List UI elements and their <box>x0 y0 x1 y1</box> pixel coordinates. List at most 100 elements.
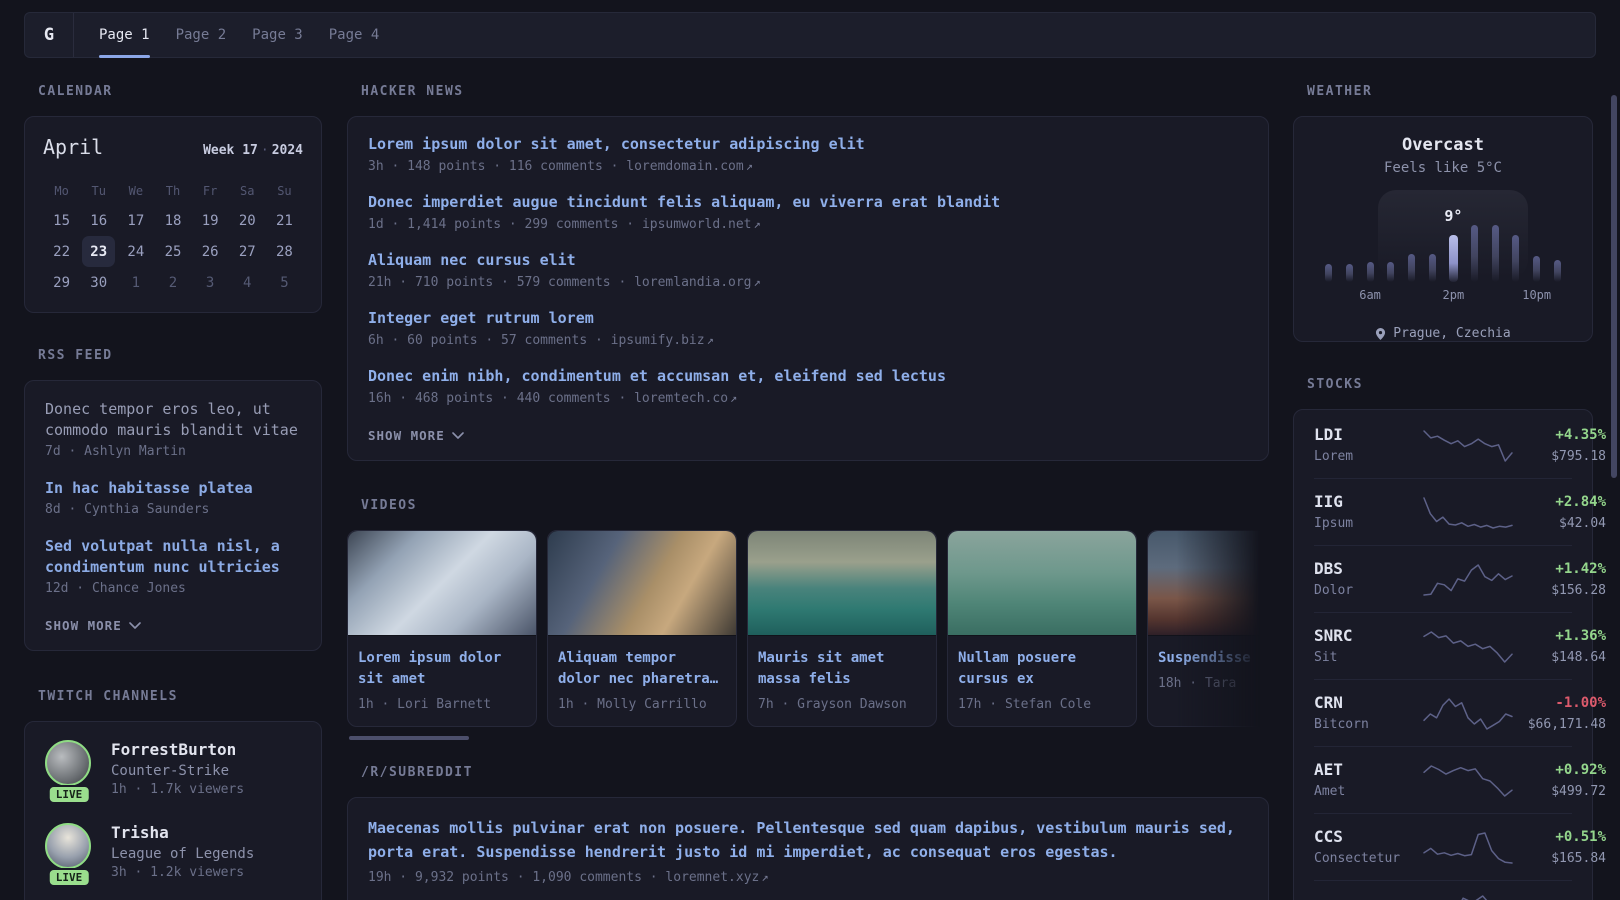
carousel-scrollbar-thumb[interactable] <box>349 736 469 740</box>
weekday-label: Sa <box>240 184 255 198</box>
calendar-date: 2 <box>168 274 178 291</box>
stock-sparkline <box>1422 831 1514 865</box>
stock-ticker: CCS <box>1314 827 1343 846</box>
external-link-icon: ↗ <box>730 391 738 405</box>
subreddit-widget: /R/SUBREDDIT Maecenas mollis pulvinar er… <box>347 765 1269 900</box>
weather-bar <box>1339 200 1360 282</box>
time-axis-label: 2pm <box>1442 288 1465 302</box>
hn-item-domain[interactable]: loremtech.co <box>634 391 728 406</box>
calendar-date: 26 <box>201 243 219 260</box>
stock-change: +4.35% <box>1555 427 1606 443</box>
stock-change: +2.84% <box>1555 494 1606 510</box>
hn-item-domain[interactable]: loremdomain.com <box>626 159 743 174</box>
video-body: Nullam posuere cursus ex 17h · Stefan Co… <box>948 636 1136 726</box>
hn-item[interactable]: Donec imperdiet augue tincidunt felis al… <box>368 191 1248 232</box>
hn-item[interactable]: Donec enim nibh, condimentum et accumsan… <box>368 365 1248 406</box>
weather-bar <box>1318 200 1339 282</box>
video-card[interactable]: Suspendisse diam 18h · Tara <box>1147 530 1269 727</box>
stock-row[interactable]: LDI Lorem +4.35% $795.18 <box>1314 412 1606 478</box>
rss-item-meta: 12d · Chance Jones <box>45 581 186 596</box>
video-card[interactable]: Nullam posuere cursus ex 17h · Stefan Co… <box>947 530 1137 727</box>
twitch-channel[interactable]: LIVE Trisha League of Legends 3h · 1.2k … <box>45 823 301 887</box>
hn-item-meta: 21h · 710 points · 579 comments · loreml… <box>368 275 761 290</box>
calendar-year: 2024 <box>271 143 303 158</box>
app-logo[interactable]: G <box>25 13 74 57</box>
hn-item-meta: 16h · 468 points · 440 comments · loremt… <box>368 391 738 406</box>
weather-location-text: Prague, Czechia <box>1393 326 1511 341</box>
avatar-wrap: LIVE <box>45 823 93 887</box>
video-title: Lorem ipsum dolor sit amet consectetu… <box>358 650 502 687</box>
external-link-icon: ↗ <box>761 870 769 884</box>
stock-sparkline <box>1422 563 1514 597</box>
stock-id: LDI Lorem <box>1314 425 1422 466</box>
stock-sparkline <box>1422 496 1514 530</box>
tab-page-3[interactable]: Page 3 <box>252 13 303 57</box>
subreddit-post-domain[interactable]: loremnet.xyz <box>665 870 759 885</box>
twitch-channel[interactable]: LIVE ForrestBurton Counter-Strike 1h · 1… <box>45 740 301 804</box>
channel-category: League of Legends <box>111 846 255 862</box>
rss-item-meta: 8d · Cynthia Saunders <box>45 502 210 517</box>
stock-name: Amet <box>1314 784 1346 799</box>
calendar-date: 15 <box>53 212 70 229</box>
stock-sparkline <box>1422 429 1514 463</box>
calendar-date: 22 <box>53 243 70 260</box>
stock-values: +2.84% $42.04 <box>1514 492 1606 533</box>
calendar-date: 17 <box>127 212 145 229</box>
chevron-down-icon <box>451 428 464 443</box>
stock-name: Sit <box>1314 650 1338 665</box>
video-card[interactable]: Mauris sit amet massa felis 7h · Grayson… <box>747 530 937 727</box>
stock-row[interactable]: SNRC Sit +1.36% $148.64 <box>1314 612 1606 679</box>
video-card[interactable]: Lorem ipsum dolor sit amet consectetu… 1… <box>347 530 537 727</box>
rss-item[interactable]: In hac habitasse platea 8d · Cynthia Sau… <box>45 478 301 517</box>
stock-price: $795.18 <box>1551 449 1606 464</box>
weekday-label: We <box>128 184 144 198</box>
stock-id: IIG Ipsum <box>1314 492 1422 533</box>
rss-item[interactable]: Donec tempor eros leo, ut commodo mauris… <box>45 399 301 459</box>
hn-item-domain[interactable]: ipsumworld.net <box>642 217 752 232</box>
hn-item-title: Integer eget rutrum lorem <box>368 309 594 327</box>
hn-show-more-button[interactable]: SHOW MORE <box>368 428 464 443</box>
hn-item[interactable]: Lorem ipsum dolor sit amet, consectetur … <box>368 133 1248 174</box>
calendar-date: 16 <box>90 212 108 229</box>
calendar-card: April Week 17 · 2024 Mo Tu We Th Fr Sa Su … <box>24 116 322 313</box>
rss-card: Donec tempor eros leo, ut commodo mauris… <box>24 380 322 651</box>
calendar-date: 3 <box>205 274 215 291</box>
calendar-date: 28 <box>275 243 293 260</box>
hn-item[interactable]: Integer eget rutrum lorem 6h · 60 points… <box>368 307 1248 348</box>
video-card[interactable]: Aliquam tempor dolor nec pharetra… 1h · … <box>547 530 737 727</box>
weather-bars: 6am 9° 2pm 10pm <box>1318 200 1568 302</box>
rss-show-more-button[interactable]: SHOW MORE <box>45 618 141 633</box>
tab-page-2[interactable]: Page 2 <box>176 13 227 57</box>
page-scrollbar-thumb[interactable] <box>1611 95 1617 478</box>
subreddit-post-title[interactable]: Maecenas mollis pulvinar erat non posuer… <box>368 816 1248 864</box>
videos-carousel: Lorem ipsum dolor sit amet consectetu… 1… <box>347 530 1269 727</box>
twitch-widget: TWITCH CHANNELS LIVE ForrestBurton Count… <box>24 689 322 900</box>
hn-item-title: Lorem ipsum dolor sit amet, consectetur … <box>368 135 865 153</box>
stock-row[interactable]: CRN Bitcorn -1.00% $66,171.48 <box>1314 679 1606 746</box>
stock-row[interactable]: CCS Consectetur +0.51% $165.84 <box>1314 813 1606 880</box>
calendar-week-year: Week 17 · 2024 <box>203 143 303 158</box>
stock-row[interactable]: AET Amet +0.92% $499.72 <box>1314 746 1606 813</box>
stock-price: $165.84 <box>1551 851 1606 866</box>
rss-item[interactable]: Sed volutpat nulla nisl, a condimentum n… <box>45 536 301 596</box>
stock-name: Dolor <box>1314 583 1354 598</box>
weather-condition: Overcast <box>1402 135 1484 155</box>
stock-row[interactable]: IIG Ipsum +2.84% $42.04 <box>1314 478 1606 545</box>
stock-row[interactable]: DBS Dolor +1.42% $156.28 <box>1314 545 1606 612</box>
calendar-date: 5 <box>280 274 289 291</box>
live-badge: LIVE <box>47 785 91 804</box>
hn-item[interactable]: Aliquam nec cursus elit 21h · 710 points… <box>368 249 1248 290</box>
location-pin-icon <box>1375 327 1386 341</box>
tab-page-1[interactable]: Page 1 <box>99 13 150 58</box>
hn-item-domain[interactable]: loremlandia.org <box>634 275 751 290</box>
stock-change: +1.42% <box>1555 561 1606 577</box>
calendar-month: April <box>43 135 104 159</box>
calendar-date: 29 <box>53 274 70 291</box>
stock-row[interactable]: AHS +0.46% <box>1314 880 1572 900</box>
hn-item-domain[interactable]: ipsumify.biz <box>611 333 705 348</box>
tab-page-4[interactable]: Page 4 <box>329 13 380 57</box>
rss-section-label: RSS FEED <box>38 348 113 363</box>
external-link-icon: ↗ <box>753 275 761 289</box>
video-meta: 1h · Lori Barnett <box>358 697 492 712</box>
stock-ticker: IIG <box>1314 492 1343 511</box>
